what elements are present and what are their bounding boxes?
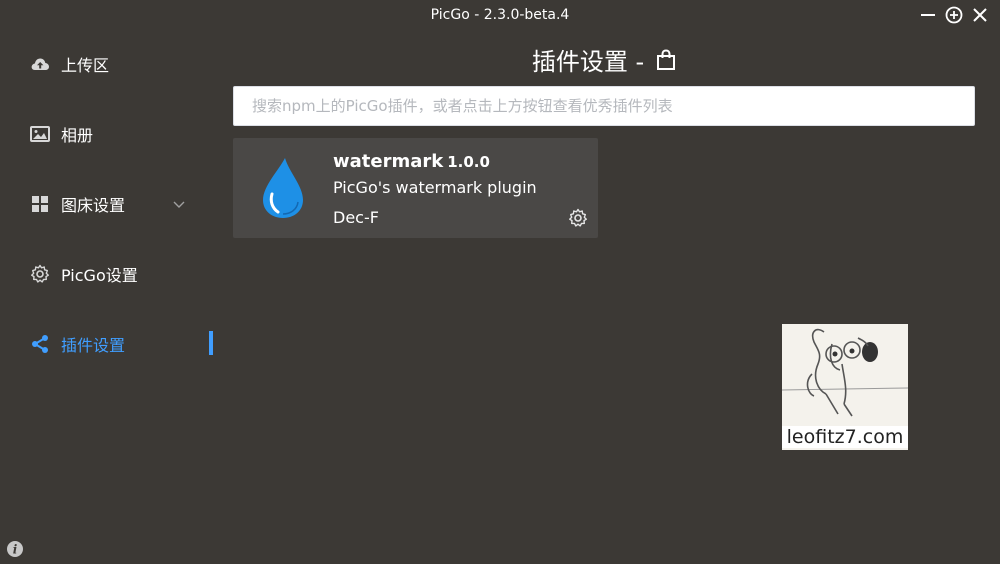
watermark-overlay-image: leofitz7.com — [782, 324, 908, 450]
watermark-text: leofitz7.com — [782, 426, 908, 448]
minimize-icon — [921, 14, 935, 16]
cloud-upload-icon — [30, 54, 50, 74]
water-drop-icon — [263, 158, 303, 218]
maximize-button[interactable] — [944, 5, 964, 25]
sidebar-item-label: 插件设置 — [61, 336, 126, 355]
plugin-search-input[interactable] — [233, 86, 975, 126]
shopping-bag-icon[interactable] — [654, 48, 678, 72]
chevron-down-icon — [173, 201, 185, 208]
window-title: PicGo - 2.3.0-beta.4 — [430, 7, 570, 23]
sidebar-item-label: PicGo设置 — [61, 266, 138, 285]
dog-sketch-logo — [782, 328, 908, 417]
gear-icon — [30, 264, 50, 284]
close-button[interactable] — [970, 5, 990, 25]
sidebar-item-label: 上传区 — [61, 56, 110, 75]
active-indicator — [209, 331, 213, 355]
close-icon — [973, 8, 987, 22]
plugin-description: PicGo's watermark plugin — [333, 178, 537, 197]
plugin-name: watermark 1.0.0 — [333, 151, 490, 172]
sidebar-item-album[interactable]: 相册 — [0, 109, 220, 159]
sidebar: 上传区 相册 图床设置 PicGo设置 插件设置 i — [0, 30, 220, 564]
image-icon — [30, 124, 50, 144]
plugin-author: Dec-F — [333, 208, 379, 227]
info-icon[interactable]: i — [6, 540, 24, 558]
page-title-text: 插件设置 - — [531, 48, 645, 76]
minimize-button[interactable] — [918, 5, 938, 25]
sidebar-item-label: 图床设置 — [61, 196, 126, 215]
plus-circle-icon — [945, 6, 963, 24]
sidebar-item-upload[interactable]: 上传区 — [0, 39, 220, 89]
svg-text:i: i — [13, 543, 18, 557]
plugin-card[interactable]: watermark 1.0.0 PicGo's watermark plugin … — [233, 138, 598, 238]
share-icon — [30, 334, 50, 354]
sidebar-item-image-host-settings[interactable]: 图床设置 — [0, 179, 220, 229]
plugin-version: 1.0.0 — [447, 153, 490, 171]
sidebar-item-picgo-settings[interactable]: PicGo设置 — [0, 249, 220, 299]
page-title: 插件设置 - — [220, 42, 990, 77]
plugin-settings-gear-icon[interactable] — [568, 208, 588, 228]
main-content: 插件设置 - watermark1.0.0 PicGo's watermark … — [220, 30, 1000, 564]
title-bar: PicGo - 2.3.0-beta.4 — [0, 0, 1000, 30]
grid-icon — [30, 194, 50, 214]
sidebar-item-plugin-settings[interactable]: 插件设置 — [0, 319, 220, 369]
sidebar-item-label: 相册 — [61, 126, 94, 145]
plugin-name-text: watermark — [333, 151, 444, 172]
window-controls — [918, 5, 990, 25]
